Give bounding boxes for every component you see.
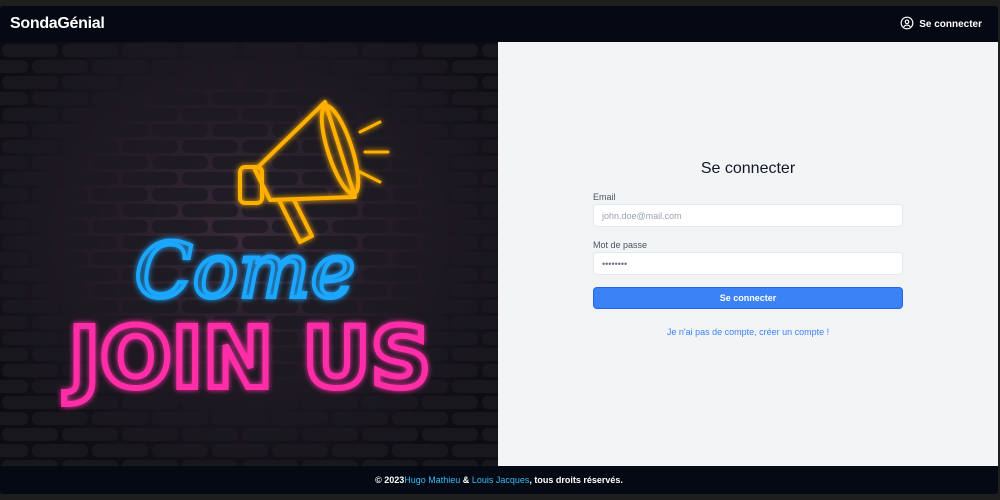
hero-banner: Come JOIN US (0, 42, 498, 466)
app-window: SondaGénial Se connecter Come JOIN US Se… (0, 6, 998, 494)
footer-amp: & (460, 475, 472, 485)
email-field[interactable] (593, 204, 903, 227)
form-title: Se connecter (700, 160, 796, 177)
password-field[interactable] (593, 252, 903, 275)
email-label: Email (593, 192, 616, 202)
footer: © 2023 Hugo Mathieu & Louis Jacques , to… (0, 466, 998, 494)
brand-logo[interactable]: SondaGénial (10, 15, 105, 33)
nav-login-button[interactable]: Se connecter (900, 16, 982, 33)
hero-join-text: JOIN US (64, 309, 431, 407)
footer-prefix: © 2023 (375, 475, 405, 485)
navbar: SondaGénial Se connecter (0, 6, 998, 42)
password-label: Mot de passe (593, 240, 648, 250)
submit-button[interactable]: Se connecter (593, 287, 903, 309)
author-link-2[interactable]: Louis Jacques (472, 475, 530, 485)
login-panel: Se connecter Email Mot de passe Se conne… (498, 42, 998, 466)
user-circle-icon (900, 16, 914, 33)
footer-suffix: , tous droits réservés. (529, 475, 623, 485)
nav-login-label: Se connecter (919, 18, 982, 30)
author-link-1[interactable]: Hugo Mathieu (404, 475, 460, 485)
hero-image: Come JOIN US (0, 42, 498, 466)
signup-link[interactable]: Je n'ai pas de compte, créer un compte ! (498, 327, 998, 337)
hero-come-text: Come (135, 226, 356, 315)
